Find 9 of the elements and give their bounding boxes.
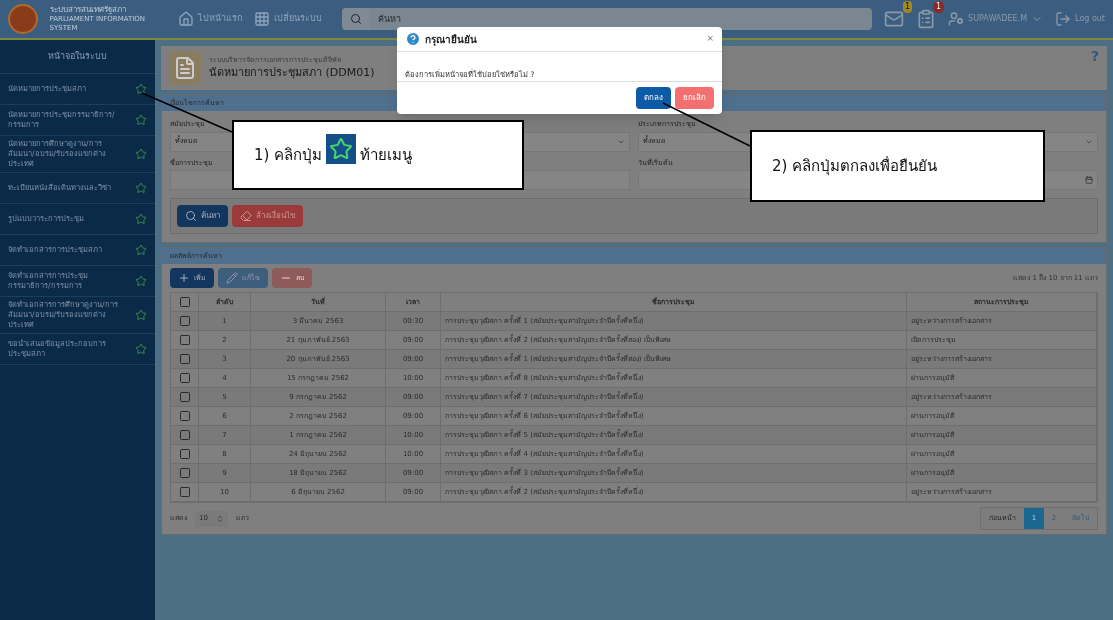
notification-count-badge: 1 xyxy=(933,1,945,13)
mail-count-badge: 1 xyxy=(903,1,913,13)
sidebar-title: หน้าจอในระบบ xyxy=(48,49,107,63)
page-title: นัดหมายการประชุมสภา (DDM01) xyxy=(209,65,375,81)
callout-text: ท้ายเมนู xyxy=(360,144,413,166)
callout-text: 1) คลิกปุ่ม xyxy=(254,144,323,167)
dialog-title: กรุณายืนยัน xyxy=(425,32,477,47)
system-name: ระบบสารสนเทศรัฐสภา xyxy=(49,5,127,14)
callout-text: 2) คลิกปุ่มตกลงเพื่อยืนยัน xyxy=(772,155,938,178)
